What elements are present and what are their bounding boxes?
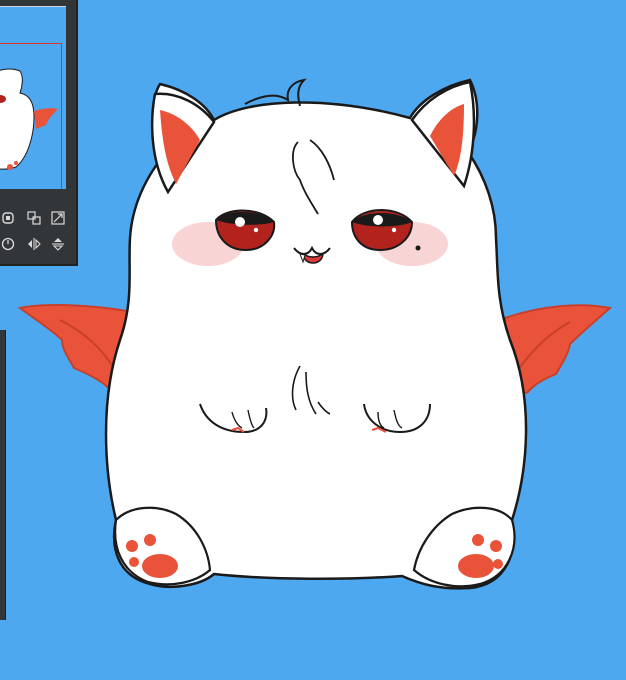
- navigator-viewport-box[interactable]: [0, 43, 62, 189]
- zoom-in-icon[interactable]: [24, 208, 44, 228]
- drawing-canvas[interactable]: [0, 0, 626, 680]
- zoom-out-icon[interactable]: [48, 208, 68, 228]
- navigator-panel: [0, 0, 78, 266]
- fit-to-window-icon[interactable]: [0, 208, 18, 228]
- flip-vertical-icon[interactable]: [48, 234, 68, 254]
- beauty-mark: [415, 245, 421, 251]
- navigator-toolbar: [0, 208, 72, 260]
- navigator-preview[interactable]: [0, 6, 66, 189]
- cat-bat-illustration: [17, 78, 613, 590]
- layer-panel-edge: [0, 330, 6, 620]
- flip-horizontal-icon[interactable]: [24, 234, 44, 254]
- rotate-icon[interactable]: [0, 234, 18, 254]
